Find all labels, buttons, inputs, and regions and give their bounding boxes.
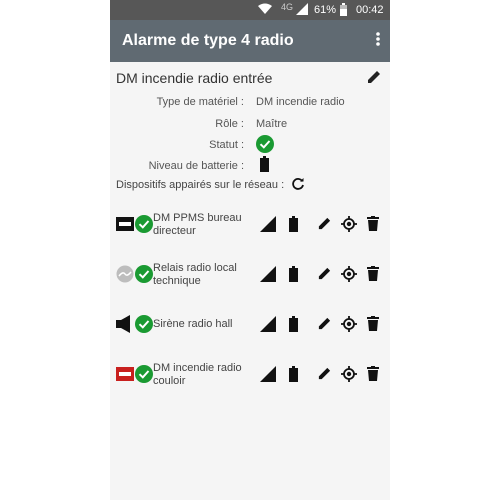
siren-speaker-icon <box>116 315 134 333</box>
app-title: Alarme de type 4 radio <box>122 32 294 49</box>
app-bar: Alarme de type 4 radio <box>110 20 390 62</box>
edit-icon[interactable] <box>317 216 332 231</box>
status-ok-icon <box>135 265 153 283</box>
signal-strength-icon <box>260 316 276 332</box>
battery-icon <box>289 266 298 282</box>
device-name: DM PPMS bureau directeur <box>153 212 242 237</box>
battery-icon <box>289 316 298 332</box>
edit-icon[interactable] <box>317 316 332 331</box>
phone-screen: 4G 61% 00:42 Alarme de type 4 radio DM i… <box>110 0 390 500</box>
device-title: DM incendie radio entrée <box>116 70 273 86</box>
device-name: Relais radio local technique <box>153 262 237 287</box>
refresh-icon[interactable] <box>291 177 305 191</box>
relay-grey-icon <box>116 265 134 283</box>
paired-device-row[interactable]: Sirène radio hall <box>110 308 390 344</box>
hardware-type-label: Type de matériel : <box>156 96 244 108</box>
status-bar: 4G 61% 00:42 <box>110 0 390 20</box>
delete-icon[interactable] <box>367 266 379 281</box>
battery-icon <box>289 366 298 382</box>
hardware-type-value: DM incendie radio <box>256 96 345 108</box>
role-value: Maître <box>256 118 288 130</box>
status-label: Statut : <box>209 139 244 151</box>
wifi-icon <box>258 3 272 15</box>
signal-icon <box>296 3 308 15</box>
call-point-red-icon <box>116 365 134 383</box>
delete-icon[interactable] <box>367 216 379 231</box>
delete-icon[interactable] <box>367 316 379 331</box>
battery-status-icon <box>340 3 347 16</box>
battery-percent: 61% <box>314 4 337 16</box>
overflow-menu-icon[interactable] <box>376 32 380 46</box>
clock: 00:42 <box>356 4 384 16</box>
call-point-black-icon <box>116 215 134 233</box>
status-ok-icon <box>135 365 153 383</box>
delete-icon[interactable] <box>367 366 379 381</box>
status-ok-icon <box>135 215 153 233</box>
battery-level-icon <box>260 156 269 172</box>
device-name: Sirène radio hall <box>153 318 233 330</box>
edit-device-icon[interactable] <box>366 69 382 85</box>
edit-icon[interactable] <box>317 266 332 281</box>
role-label: Rôle : <box>215 118 244 130</box>
locate-icon[interactable] <box>341 216 357 232</box>
network-type: 4G <box>281 2 294 12</box>
locate-icon[interactable] <box>341 316 357 332</box>
paired-device-row[interactable]: DM PPMS bureau directeur <box>110 208 390 244</box>
signal-strength-icon <box>260 216 276 232</box>
battery-icon <box>289 216 298 232</box>
paired-device-row[interactable]: DM incendie radio couloir <box>110 358 390 394</box>
edit-icon[interactable] <box>317 366 332 381</box>
signal-strength-icon <box>260 266 276 282</box>
locate-icon[interactable] <box>341 266 357 282</box>
locate-icon[interactable] <box>341 366 357 382</box>
paired-devices-label: Dispositifs appairés sur le réseau : <box>116 179 285 191</box>
status-ok-icon <box>135 315 153 333</box>
signal-strength-icon <box>260 366 276 382</box>
battery-level-label: Niveau de batterie : <box>148 160 244 172</box>
paired-device-row[interactable]: Relais radio local technique <box>110 258 390 294</box>
status-ok-icon <box>256 135 274 153</box>
device-name: DM incendie radio couloir <box>153 362 242 387</box>
